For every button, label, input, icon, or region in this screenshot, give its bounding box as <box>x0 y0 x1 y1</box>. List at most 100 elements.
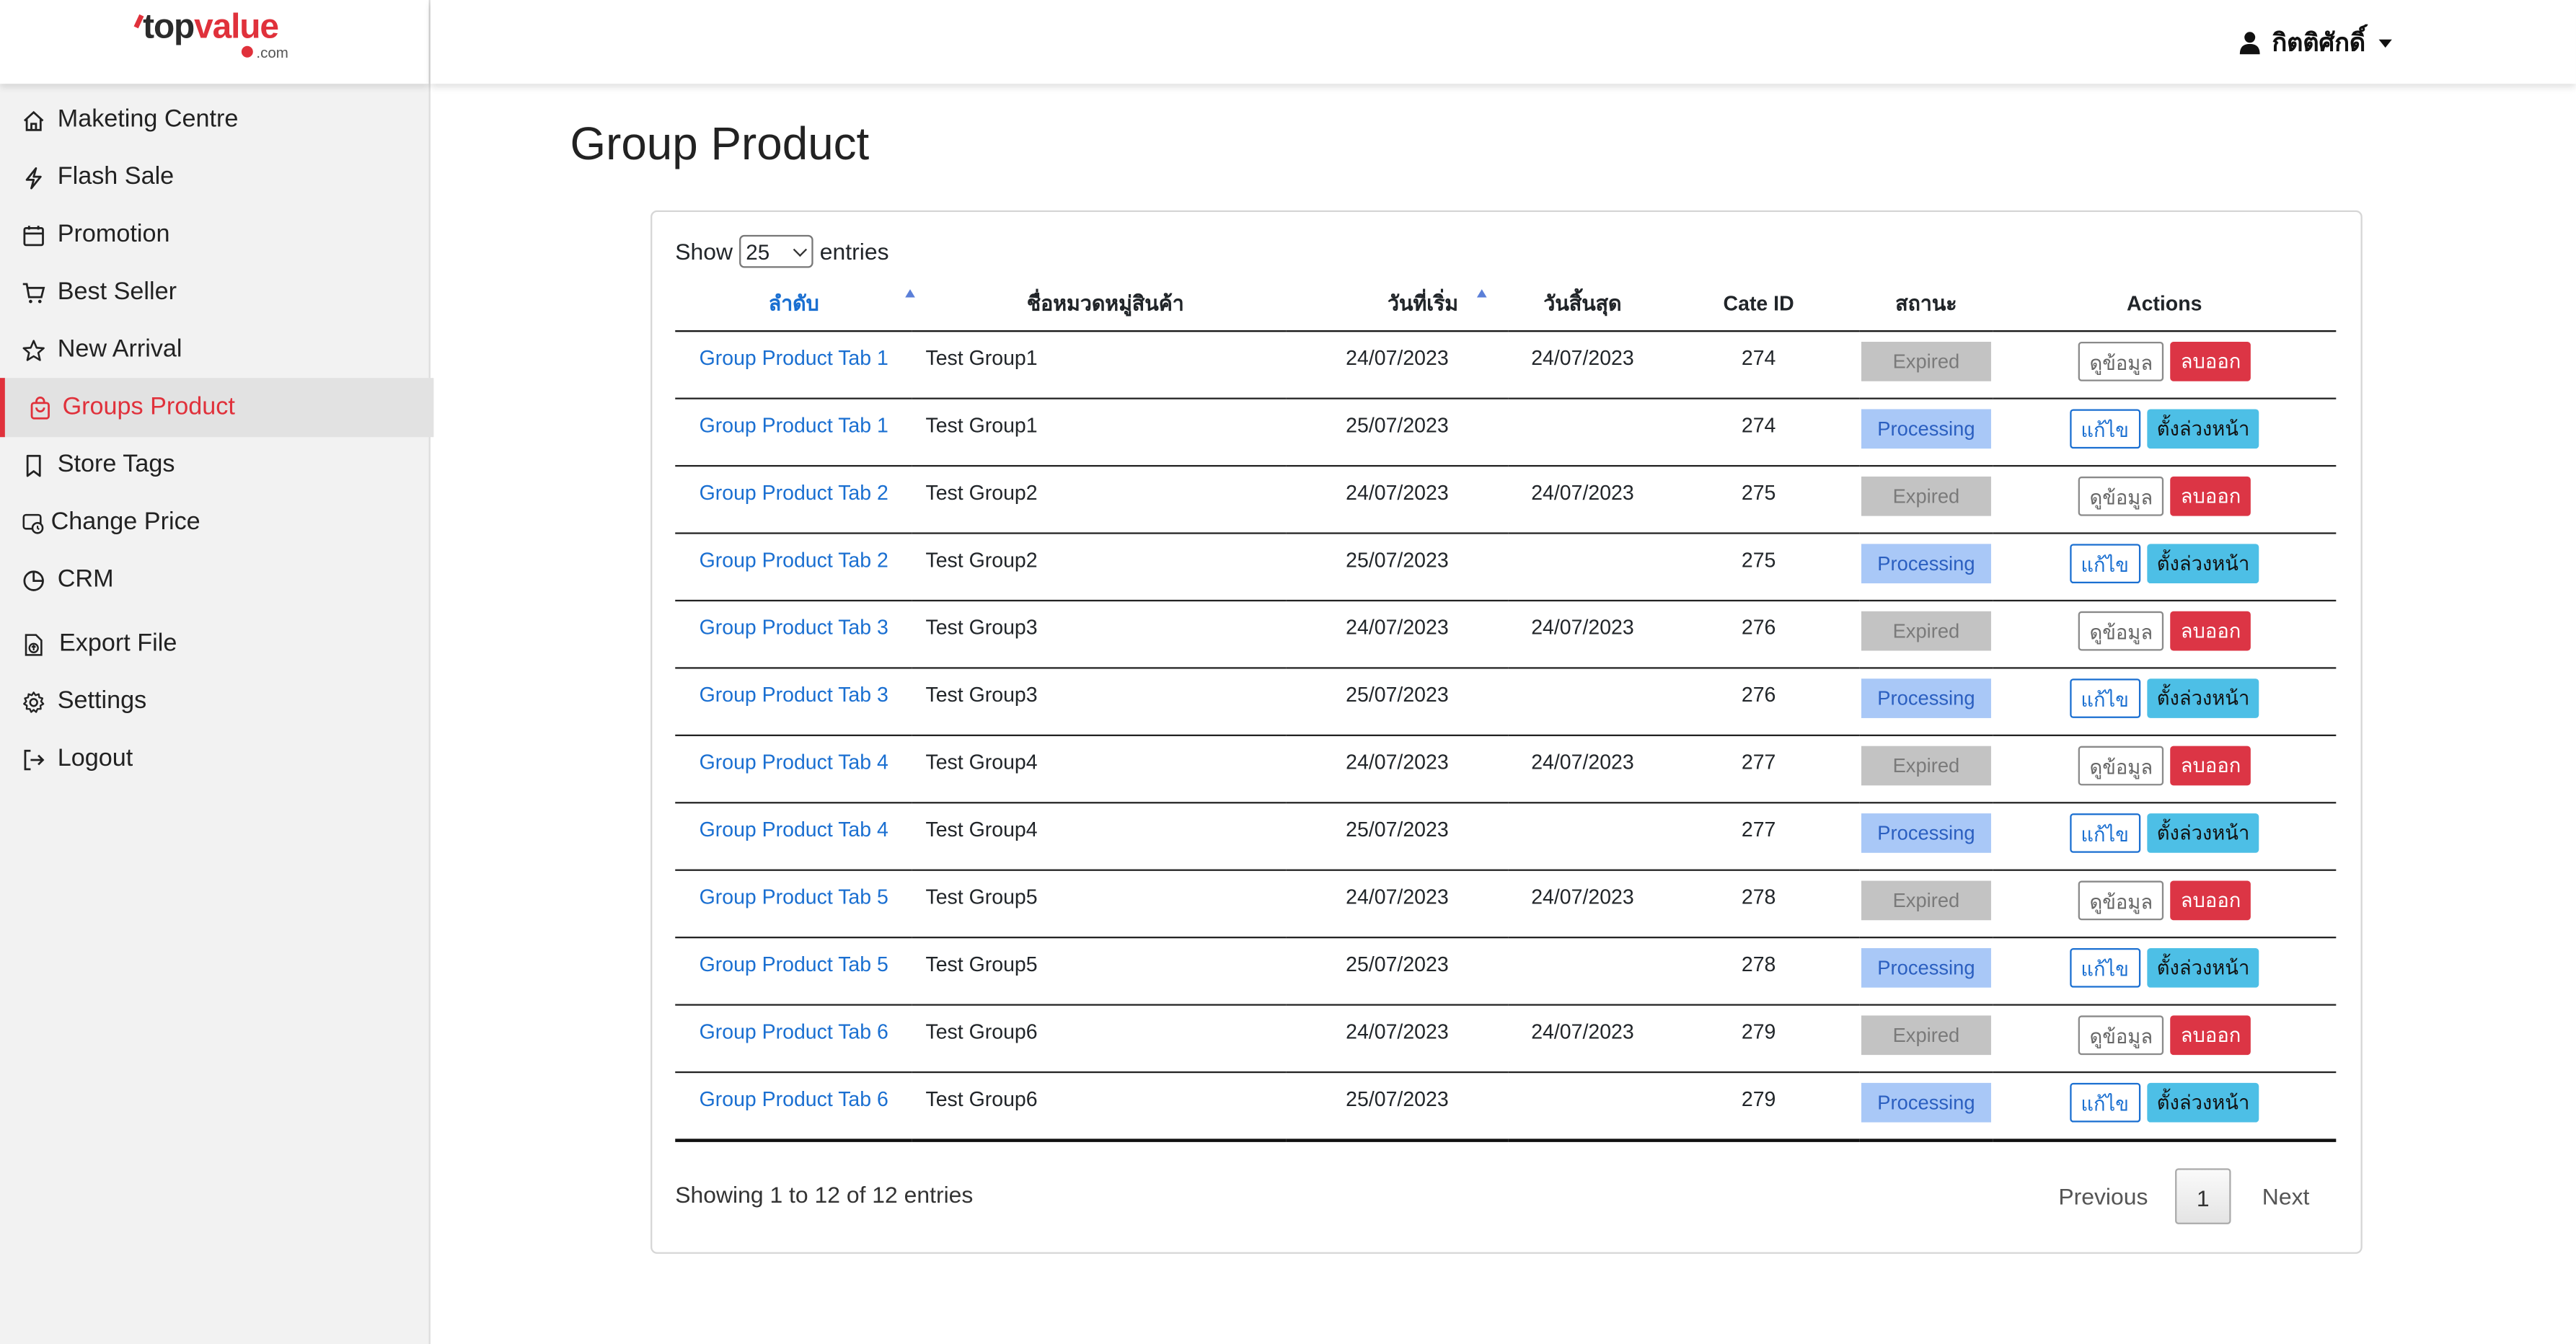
sidebar-item-crm[interactable]: CRM <box>0 550 429 609</box>
schedule-button[interactable]: ตั้งล่วงหน้า <box>2147 409 2260 449</box>
group-product-link[interactable]: Group Product Tab 1 <box>700 347 888 370</box>
delete-button[interactable]: ลบออก <box>2171 476 2251 516</box>
view-button[interactable]: ดูข้อมูล <box>2078 611 2165 651</box>
cell-actions: ดูข้อมูล ลบออก <box>1993 735 2337 804</box>
cell-status: Processing <box>1859 533 1993 602</box>
schedule-button[interactable]: ตั้งล่วงหน้า <box>2147 1082 2260 1123</box>
group-product-link[interactable]: Group Product Tab 6 <box>700 1020 888 1043</box>
group-product-link[interactable]: Group Product Tab 6 <box>700 1088 888 1111</box>
schedule-button[interactable]: ตั้งล่วงหน้า <box>2147 813 2260 853</box>
sidebar-item-flash-sale[interactable]: Flash Sale <box>0 148 429 207</box>
sidebar-item-store-tags[interactable]: Store Tags <box>0 436 429 495</box>
table-row: Group Product Tab 5 Test Group5 24/07/2023… <box>675 870 2337 939</box>
cell-order: Group Product Tab 2 <box>675 533 913 602</box>
delete-button[interactable]: ลบออก <box>2171 342 2251 381</box>
schedule-button[interactable]: ตั้งล่วงหน้า <box>2147 678 2260 718</box>
sidebar-item-label: Change Price <box>50 508 200 536</box>
group-product-link[interactable]: Group Product Tab 5 <box>700 885 888 908</box>
sidebar-item-change-price[interactable]: Change Price <box>0 493 429 552</box>
cell-end-date <box>1507 937 1658 1006</box>
col-header-end-date[interactable]: วันสิ้นสุด <box>1507 278 1658 332</box>
edit-button[interactable]: แก้ไข <box>2069 409 2140 449</box>
sidebar-item-label: Flash Sale <box>57 162 175 191</box>
view-button[interactable]: ดูข้อมูล <box>2078 1015 2165 1056</box>
view-button[interactable]: ดูข้อมูล <box>2078 476 2165 516</box>
cell-category-name: Test Group3 <box>912 600 1287 669</box>
col-header-cate-id[interactable]: Cate ID <box>1657 278 1860 332</box>
sidebar-item-settings[interactable]: Settings <box>0 672 429 731</box>
cell-cate-id: 275 <box>1657 466 1860 534</box>
table-row: Group Product Tab 4 Test Group4 24/07/2023… <box>675 735 2337 804</box>
user-icon <box>2239 32 2260 55</box>
chevron-down-icon <box>793 242 808 257</box>
group-product-link[interactable]: Group Product Tab 4 <box>700 751 888 774</box>
cell-start-date: 25/07/2023 <box>1287 668 1508 736</box>
brand-area: topvalue .com <box>0 0 429 84</box>
user-menu[interactable]: กิตติศักดิ์ <box>2238 23 2392 63</box>
view-button[interactable]: ดูข้อมูล <box>2078 746 2165 786</box>
group-product-link[interactable]: Group Product Tab 2 <box>700 482 888 505</box>
cell-end-date: 24/07/2023 <box>1507 466 1658 534</box>
action-buttons: ดูข้อมูล ลบออก <box>1994 746 2334 786</box>
edit-button[interactable]: แก้ไข <box>2069 1082 2140 1123</box>
cell-status: Processing <box>1859 1072 1993 1141</box>
view-button[interactable]: ดูข้อมูล <box>2078 342 2165 381</box>
cell-actions: แก้ไข ตั้งล่วงหน้า <box>1993 1072 2337 1141</box>
col-header-order[interactable]: ลำดับ <box>675 278 915 332</box>
cell-start-date: 24/07/2023 <box>1287 1004 1508 1074</box>
delete-button[interactable]: ลบออก <box>2171 1015 2251 1056</box>
delete-button[interactable]: ลบออก <box>2171 746 2251 786</box>
group-product-link[interactable]: Group Product Tab 4 <box>700 818 888 841</box>
pagination-next[interactable]: Next <box>2262 1183 2310 1209</box>
view-button[interactable]: ดูข้อมูล <box>2078 880 2165 921</box>
cell-actions: แก้ไข ตั้งล่วงหน้า <box>1993 533 2337 602</box>
col-header-label: Actions <box>2127 292 2202 316</box>
delete-button[interactable]: ลบออก <box>2171 611 2251 651</box>
table-row: Group Product Tab 2 Test Group2 25/07/2023… <box>675 533 2337 602</box>
status-badge: Processing <box>1861 947 1991 988</box>
edit-button[interactable]: แก้ไข <box>2069 813 2140 853</box>
group-product-link[interactable]: Group Product Tab 3 <box>700 684 888 707</box>
topvalue-logo[interactable]: topvalue .com <box>133 8 288 61</box>
sidebar-item-label: CRM <box>57 565 114 593</box>
cell-category-name: Test Group5 <box>912 870 1287 939</box>
action-buttons: ดูข้อมูล ลบออก <box>1994 342 2334 381</box>
edit-button[interactable]: แก้ไข <box>2069 678 2140 718</box>
status-badge: Expired <box>1861 342 1991 381</box>
pagination-page-1[interactable]: 1 <box>2175 1168 2231 1224</box>
cell-status: Expired <box>1859 331 1993 399</box>
sidebar-item-export-file[interactable]: Export File <box>0 614 429 673</box>
cell-end-date: 24/07/2023 <box>1507 331 1658 399</box>
cell-actions: แก้ไข ตั้งล่วงหน้า <box>1993 668 2337 736</box>
col-header-start-date[interactable]: วันที่เริ่ม <box>1287 278 1508 332</box>
col-header-category-name[interactable]: ชื่อหมวดหมู่สินค้า <box>912 278 1287 332</box>
cell-cate-id: 276 <box>1657 600 1860 669</box>
edit-button[interactable]: แก้ไข <box>2069 947 2140 988</box>
pagination-previous[interactable]: Previous <box>2058 1183 2148 1209</box>
status-badge: Expired <box>1861 746 1991 786</box>
col-header-status[interactable]: สถานะ <box>1859 278 1993 332</box>
group-product-link[interactable]: Group Product Tab 3 <box>700 616 888 640</box>
delete-button[interactable]: ลบออก <box>2171 880 2251 921</box>
cell-order: Group Product Tab 3 <box>675 668 913 736</box>
group-product-link[interactable]: Group Product Tab 2 <box>700 549 888 572</box>
cell-status: Processing <box>1859 668 1993 736</box>
schedule-button[interactable]: ตั้งล่วงหน้า <box>2147 544 2260 584</box>
sidebar-item-groups-product[interactable]: Groups Product <box>0 378 434 438</box>
schedule-button[interactable]: ตั้งล่วงหน้า <box>2147 947 2260 988</box>
action-buttons: แก้ไข ตั้งล่วงหน้า <box>1994 813 2334 853</box>
entries-select[interactable]: 25 <box>739 234 813 268</box>
gear-icon <box>23 691 45 713</box>
group-product-link[interactable]: Group Product Tab 1 <box>700 414 888 437</box>
sidebar-item-new-arrival[interactable]: New Arrival <box>0 320 429 379</box>
col-header-actions: Actions <box>1993 278 2337 332</box>
sidebar-item-best-seller[interactable]: Best Seller <box>0 263 429 322</box>
cell-cate-id: 275 <box>1657 533 1860 602</box>
edit-button[interactable]: แก้ไข <box>2069 544 2140 584</box>
sidebar-item-promotion[interactable]: Promotion <box>0 205 429 265</box>
group-product-link[interactable]: Group Product Tab 5 <box>700 953 888 976</box>
sidebar-item-label: Export File <box>59 629 177 658</box>
sidebar-item-logout[interactable]: Logout <box>0 730 429 789</box>
sidebar-item-marketing-centre[interactable]: Maketing Centre <box>0 90 429 149</box>
cart-icon <box>22 283 45 304</box>
